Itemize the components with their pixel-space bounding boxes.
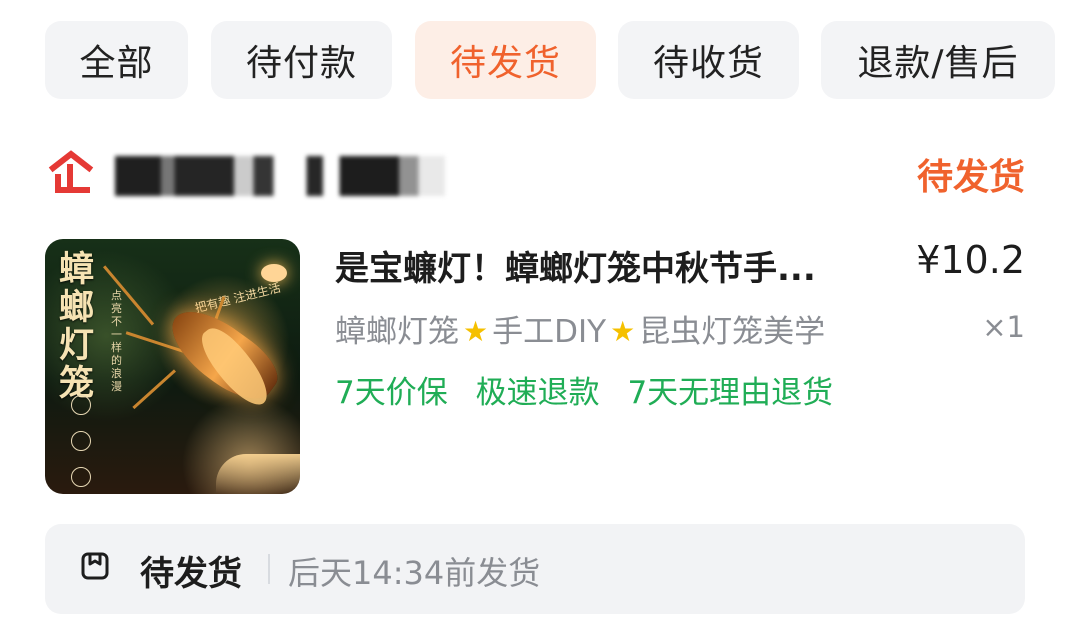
tab-label: 待付款: [245, 43, 357, 84]
product-quantity: ×1: [982, 310, 1025, 344]
lamp-base: [216, 454, 300, 494]
product-image[interactable]: 蟑螂灯笼 点亮不一样的浪漫 把有趣 注进生活: [45, 239, 300, 494]
tab-pending-receipt[interactable]: 待收货: [618, 21, 799, 99]
shipping-status-label: 待发货: [140, 554, 242, 594]
tab-label: 待收货: [652, 43, 764, 84]
image-badges: [61, 395, 91, 494]
badge-icon: [71, 431, 91, 451]
shop-name-redacted: [115, 156, 445, 196]
guarantee-seven-day-return: 7天无理由退货: [627, 375, 834, 411]
star-icon: ★: [463, 315, 489, 348]
package-icon: [81, 552, 109, 580]
shipping-deadline-text: 后天14:34前发货: [288, 554, 541, 592]
tab-pending-payment[interactable]: 待付款: [211, 21, 392, 99]
badge-icon: [71, 395, 91, 415]
order-status-tabs: 全部 待付款 待发货 待收货 退款/售后: [0, 0, 1070, 120]
bug-leg: [132, 369, 177, 410]
tab-refund-aftersales[interactable]: 退款/售后: [821, 21, 1055, 99]
spec-part-2: 手工DIY: [492, 314, 607, 350]
tab-label: 全部: [79, 43, 154, 84]
lamp-glow: [261, 264, 287, 282]
tab-all[interactable]: 全部: [45, 21, 188, 99]
tab-label: 待发货: [449, 43, 561, 84]
guarantee-price-protection: 7天价保: [335, 375, 448, 411]
product-price: ¥10.2: [916, 238, 1025, 282]
shop-row[interactable]: 待发货: [45, 148, 1025, 198]
image-title: 蟑螂灯笼: [59, 250, 95, 404]
tab-pending-shipment[interactable]: 待发货: [415, 21, 596, 99]
star-icon: ★: [610, 315, 636, 348]
spec-part-1: 蟑螂灯笼: [335, 314, 459, 350]
service-guarantees: 7天价保 极速退款 7天无理由退货: [335, 367, 851, 412]
shipping-status-box[interactable]: 待发货 后天14:34前发货: [45, 524, 1025, 614]
order-status-label: 待发货: [916, 157, 1025, 198]
guarantee-fast-refund: 极速退款: [475, 375, 600, 411]
status-divider: [268, 554, 270, 584]
store-icon: [48, 150, 94, 193]
tab-label: 退款/售后: [857, 43, 1019, 84]
product-spec: 蟑螂灯笼 ★ 手工DIY ★ 昆虫灯笼美学: [335, 306, 825, 351]
spec-part-3: 昆虫灯笼美学: [639, 314, 826, 350]
product-title[interactable]: 是宝蠊灯！蟑螂灯笼中秋节手...: [335, 241, 855, 290]
image-caption: 点亮不一样的浪漫: [111, 289, 122, 393]
badge-icon: [71, 467, 91, 487]
image-note: 把有趣 注进生活: [193, 280, 283, 316]
